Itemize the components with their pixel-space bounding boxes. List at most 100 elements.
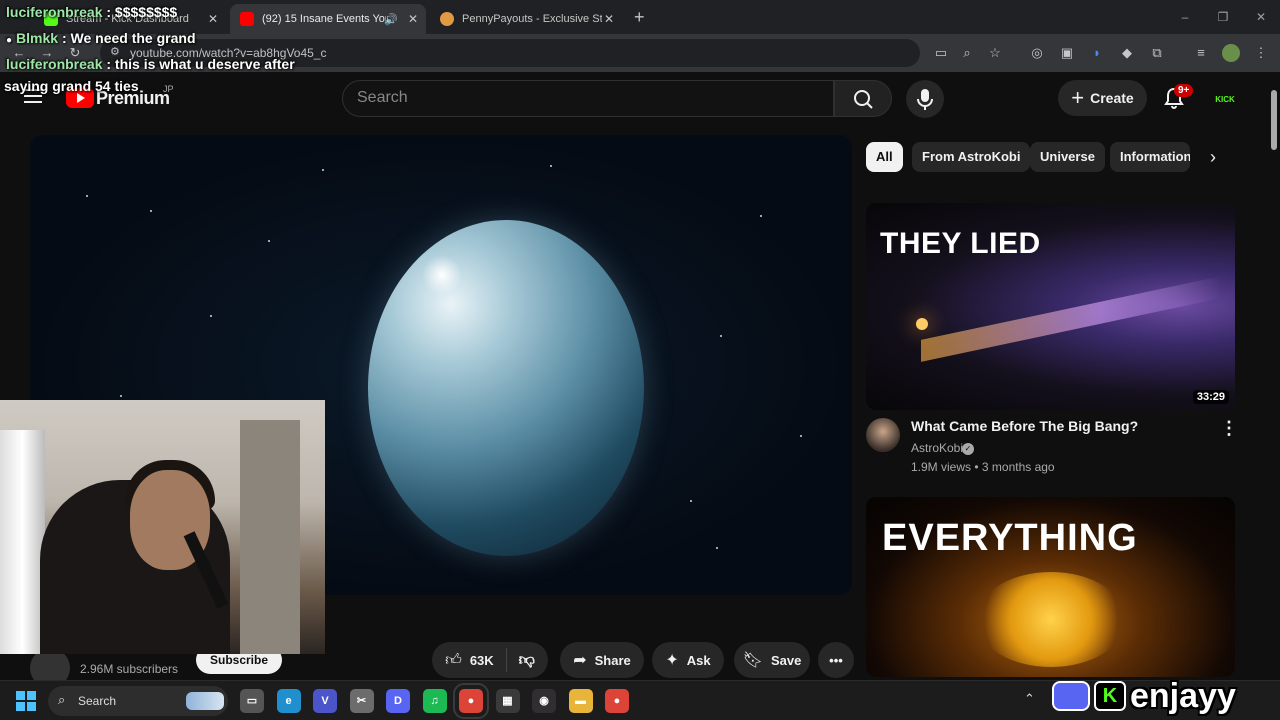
thumbs-down-icon[interactable]: 👎︎ bbox=[519, 651, 535, 670]
folder-icon[interactable]: ▬ bbox=[568, 689, 593, 713]
star bbox=[268, 240, 270, 242]
extension-icon[interactable]: ◎ bbox=[1028, 44, 1046, 62]
recommendation-thumbnail[interactable]: THEY LIED 33:29 bbox=[866, 203, 1235, 410]
share-arrow-icon: ➦ bbox=[573, 652, 587, 669]
discord-icon[interactable]: D bbox=[386, 689, 410, 713]
stream-branding: K enjayy bbox=[1052, 672, 1280, 720]
divider bbox=[505, 648, 507, 672]
obs-icon[interactable]: ◉ bbox=[532, 689, 556, 713]
chat-username: luciferonbreak bbox=[6, 4, 103, 20]
more-actions-button[interactable]: ••• bbox=[818, 642, 854, 678]
taskbar-search[interactable]: ⌕ Search bbox=[48, 686, 228, 716]
search-button[interactable] bbox=[834, 80, 892, 117]
extensions-puzzle-icon[interactable]: ⧉ bbox=[1148, 44, 1166, 62]
snipping-icon[interactable]: ✂ bbox=[349, 689, 374, 713]
star bbox=[322, 169, 324, 171]
extension-icon[interactable]: ▣ bbox=[1058, 44, 1076, 62]
close-window-button[interactable]: ✕ bbox=[1242, 0, 1280, 34]
account-avatar[interactable]: KICK bbox=[1212, 87, 1238, 113]
file-explorer-icon[interactable]: ▭ bbox=[240, 689, 264, 713]
recommendation-title[interactable]: What Came Before The Big Bang? bbox=[911, 418, 1138, 434]
calculator-icon[interactable]: ▦ bbox=[495, 689, 520, 713]
recommendation-channel[interactable]: AstroKobi bbox=[911, 441, 963, 455]
tab-pennypayouts[interactable]: PennyPayouts - Exclusive Stake ✕ bbox=[430, 4, 622, 34]
thumbnail-text: THEY LIED bbox=[880, 227, 1041, 260]
thumbs-up-icon[interactable]: 👍︎ bbox=[445, 651, 462, 670]
page-scrollbar[interactable] bbox=[1268, 72, 1280, 680]
chevron-right-icon[interactable]: › bbox=[1200, 142, 1226, 172]
star bbox=[760, 215, 762, 217]
vivaldi-icon[interactable]: V bbox=[313, 689, 337, 713]
zoom-icon[interactable]: ⌕ bbox=[958, 44, 976, 62]
scrollbar-thumb[interactable] bbox=[1271, 90, 1277, 150]
browser-tab-bar: Stream - Kick Dashboard ✕ (92) 15 Insane… bbox=[0, 0, 1280, 34]
notification-count-badge: 9+ bbox=[1174, 84, 1194, 97]
extension-icon[interactable]: ◆ bbox=[1118, 44, 1136, 62]
create-button[interactable]: + Create bbox=[1058, 80, 1147, 116]
chat-username: luciferonbreak bbox=[6, 56, 103, 72]
share-button[interactable]: ➦ Share bbox=[560, 642, 644, 678]
minimize-button[interactable]: – bbox=[1166, 0, 1204, 34]
chip-from-astrokobi[interactable]: From AstroKobi bbox=[912, 142, 1031, 172]
subscriber-count: 2.96M subscribers bbox=[80, 662, 179, 676]
browser-menu-icon[interactable]: ⋮ bbox=[1252, 44, 1270, 62]
more-vertical-icon[interactable]: ⋮ bbox=[1220, 418, 1238, 439]
plus-icon: + bbox=[1071, 85, 1085, 110]
share-label: Share bbox=[594, 652, 631, 668]
spotify-icon[interactable]: ♫ bbox=[422, 689, 447, 713]
chip-all[interactable]: All bbox=[866, 142, 903, 172]
save-button[interactable]: 🔖︎ Save bbox=[734, 642, 810, 678]
save-label: Save bbox=[770, 652, 802, 668]
thumbnail-beam bbox=[921, 276, 1221, 362]
earth-planet bbox=[368, 220, 644, 556]
bookmark-icon: 🔖︎ bbox=[742, 652, 763, 669]
bookmark-star-icon[interactable]: ☆ bbox=[986, 44, 1004, 62]
close-tab-icon[interactable]: ✕ bbox=[604, 12, 614, 26]
install-app-icon[interactable]: ▭ bbox=[932, 44, 950, 62]
window-controls: – ❐ ✕ bbox=[1166, 0, 1280, 34]
chat-message: saying grand 54 ties bbox=[4, 78, 139, 94]
edge-icon[interactable]: e bbox=[276, 689, 301, 713]
maximize-button[interactable]: ❐ bbox=[1204, 0, 1242, 34]
close-tab-icon[interactable]: ✕ bbox=[408, 12, 418, 26]
search-field[interactable] bbox=[342, 80, 834, 117]
chat-message: luciferonbreak : $$$$$$$$ bbox=[6, 4, 177, 20]
media-control-icon[interactable]: ≡ bbox=[1192, 44, 1210, 62]
ask-label: Ask bbox=[686, 652, 711, 668]
chip-universe[interactable]: Universe bbox=[1030, 142, 1105, 172]
chat-message: luciferonbreak : this is what u deserve … bbox=[6, 56, 295, 72]
verified-check-icon: ✓ bbox=[962, 443, 974, 455]
pennypayouts-favicon-icon bbox=[440, 12, 454, 26]
search-input[interactable] bbox=[357, 89, 797, 107]
channel-avatar[interactable] bbox=[866, 418, 900, 452]
chrome-alt-icon[interactable]: ● bbox=[605, 689, 629, 713]
close-tab-icon[interactable]: ✕ bbox=[208, 12, 218, 26]
extension-icon[interactable]: ◗ bbox=[1088, 44, 1106, 62]
like-count[interactable]: 63K bbox=[470, 653, 494, 668]
discord-logo-icon bbox=[1052, 681, 1090, 711]
new-tab-button[interactable]: + bbox=[634, 7, 645, 28]
profile-avatar[interactable] bbox=[1222, 44, 1240, 62]
chat-badge-icon: ● bbox=[6, 35, 13, 46]
windows-start-icon[interactable] bbox=[16, 691, 36, 711]
star bbox=[120, 395, 122, 397]
tab-youtube[interactable]: (92) 15 Insane Events You W 🔊 ✕ bbox=[230, 4, 426, 34]
webcam-curtain bbox=[0, 430, 45, 654]
recommendation-meta: 1.9M views • 3 months ago bbox=[911, 460, 1055, 474]
star bbox=[716, 547, 718, 549]
webcam-door bbox=[240, 420, 300, 654]
chat-username: Blmkk bbox=[16, 30, 59, 46]
streamer-webcam bbox=[0, 400, 325, 654]
taskbar-search-label: Search bbox=[78, 694, 117, 708]
chip-information[interactable]: Information bbox=[1110, 142, 1190, 172]
speaker-icon[interactable]: 🔊 bbox=[384, 13, 398, 26]
ask-button[interactable]: ✦ Ask bbox=[652, 642, 724, 678]
chevron-up-icon[interactable]: ⌃ bbox=[1024, 691, 1035, 707]
star bbox=[690, 500, 692, 502]
chat-text: : We need the grand bbox=[58, 30, 196, 46]
youtube-header: Premium JP + Create 9+ KICK bbox=[0, 72, 1280, 124]
recommendation-thumbnail[interactable]: EVERYTHING bbox=[866, 497, 1235, 677]
chrome-icon[interactable]: ● bbox=[453, 683, 489, 719]
chat-text: saying grand 54 ties bbox=[4, 78, 139, 94]
voice-search-button[interactable] bbox=[906, 80, 944, 118]
